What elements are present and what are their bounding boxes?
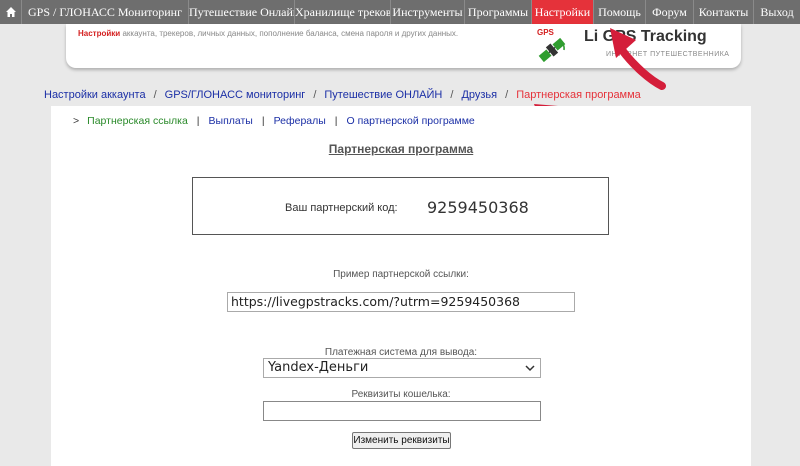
header-description: Настройки аккаунта, трекеров, личных дан… [78,29,459,38]
nav-logout[interactable]: Выход [754,0,800,24]
nav-contacts[interactable]: Контакты [694,0,754,24]
logo-title: Li GPS Tracking [584,28,707,45]
breadcrumb-account-settings[interactable]: Настройки аккаунта [44,89,146,101]
subnav-payouts[interactable]: Выплаты [209,115,253,127]
header-card: Настройки аккаунта, трекеров, личных дан… [66,24,741,68]
partner-link-field[interactable]: https://livegpstracks.com/?utrm=92594503… [227,292,575,312]
top-nav: GPS / ГЛОНАСС Мониторинг Путешествие Онл… [0,0,800,24]
breadcrumb-travel-online[interactable]: Путешествие ОНЛАЙН [324,89,442,101]
nav-settings[interactable]: Настройки [532,0,594,24]
breadcrumb-friends[interactable]: Друзья [461,89,497,101]
nav-track-storage[interactable]: Хранилище треков [295,0,391,24]
wallet-details-input[interactable] [263,401,541,421]
logo-subtitle: ИНТЕРНЕТ ПУТЕШЕСТВЕННИКА [606,51,730,58]
subnav-referrals[interactable]: Рефералы [274,115,326,127]
sub-nav: > Партнерская ссылка | Выплаты | Рефералы | О п… [73,115,475,127]
satellite-icon [538,37,566,63]
nav-programs[interactable]: Программы [465,0,532,24]
home-icon [5,7,16,17]
partner-code-box: Ваш партнерский код: 9259450368 [192,177,609,235]
partner-code-label: Ваш партнерский код: [285,202,398,214]
content-panel: > Партнерская ссылка | Выплаты | Рефералы | О п… [51,106,751,466]
subnav-partner-link[interactable]: Партнерская ссылка [87,115,188,127]
subnav-bullet: > [73,115,80,127]
nav-travel-online[interactable]: Путешествие Онлайн [189,0,295,24]
breadcrumb-current: Партнерская программа [516,89,641,101]
page-title: Партнерская программа [328,142,474,156]
breadcrumb-gps-monitoring[interactable]: GPS/ГЛОНАСС мониторинг [165,89,306,101]
nav-tools[interactable]: Инструменты [391,0,465,24]
partner-code-value: 9259450368 [427,198,529,217]
payment-system-select[interactable]: Yandex-Деньги [263,358,541,378]
payment-system-label: Платежная система для вывода: [324,347,478,358]
nav-help[interactable]: Помощь [594,0,646,24]
payment-system-value: Yandex-Деньги [268,360,369,375]
link-example-label: Пример партнерской ссылки: [333,269,469,280]
wallet-details-label: Реквизиты кошелька: [351,389,451,400]
nav-forum[interactable]: Форум [646,0,694,24]
change-details-button[interactable]: Изменить реквизиты [352,432,451,449]
home-button[interactable] [0,0,22,24]
chevron-down-icon [525,365,535,372]
breadcrumb: Настройки аккаунта / GPS/ГЛОНАСС мониторин… [44,89,641,101]
nav-gps-monitoring[interactable]: GPS / ГЛОНАСС Мониторинг [22,0,189,24]
subnav-about[interactable]: О партнерской программе [347,115,475,127]
